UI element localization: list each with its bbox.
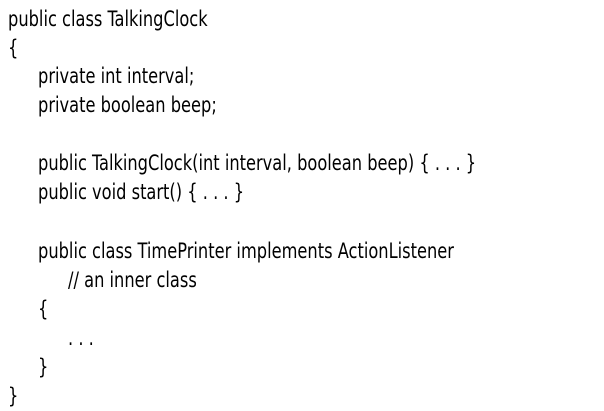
inner-class-comment-line: // an inner class xyxy=(68,268,197,292)
inner-class-declaration-line: public class TimePrinter implements Acti… xyxy=(38,239,454,263)
start-method-line: public void start() { . . . } xyxy=(38,180,245,204)
inner-class-open-brace: { xyxy=(38,297,49,321)
class-close-brace: } xyxy=(8,384,19,408)
inner-class-close-brace: } xyxy=(38,355,49,379)
code-listing: public class TalkingClock { private int … xyxy=(0,0,604,411)
field-beep-line: private boolean beep; xyxy=(38,93,217,117)
constructor-line: public TalkingClock(int interval, boolea… xyxy=(38,151,477,175)
class-open-brace: { xyxy=(8,36,19,60)
class-declaration-line: public class TalkingClock xyxy=(8,7,208,31)
inner-class-body-ellipsis: . . . xyxy=(68,326,94,350)
field-interval-line: private int interval; xyxy=(38,64,195,88)
